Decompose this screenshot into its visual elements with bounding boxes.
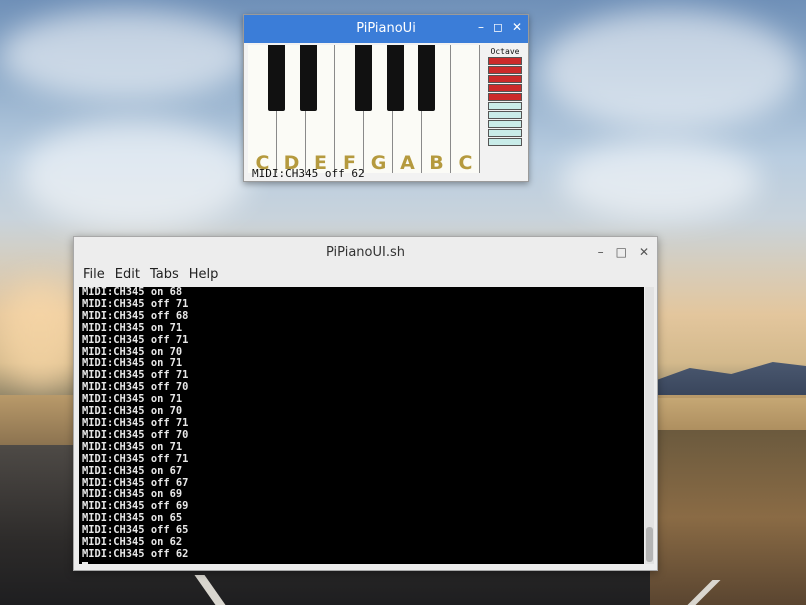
maximize-button[interactable]: ◻	[493, 20, 503, 34]
mountain	[640, 362, 806, 398]
octave-label: Octave	[490, 47, 520, 56]
octave-cell-inactive	[488, 120, 522, 128]
octave-panel: Octave	[484, 45, 526, 173]
octave-cell-active	[488, 75, 522, 83]
cloud	[0, 280, 80, 390]
cloud	[0, 10, 250, 100]
octave-cell-inactive	[488, 138, 522, 146]
note-label: A	[400, 152, 415, 174]
octave-cell-active	[488, 57, 522, 65]
octave-cell-inactive	[488, 102, 522, 110]
menu-tabs[interactable]: Tabs	[150, 267, 179, 287]
terminal-line: MIDI:CH345 off 71	[82, 333, 189, 346]
terminal-line: MIDI:CH345 off 68	[82, 309, 189, 322]
terminal-line: MIDI:CH345 off 62	[82, 547, 189, 560]
close-button[interactable]: ✕	[512, 20, 522, 34]
piano-key-g-sharp[interactable]	[387, 45, 404, 111]
piano-status: MIDI:CH345 off 62	[252, 167, 365, 180]
maximize-button[interactable]: □	[616, 245, 627, 259]
cloud	[20, 120, 250, 230]
octave-cell-inactive	[488, 129, 522, 137]
octave-cell-active	[488, 66, 522, 74]
terminal-window-title: PiPianoUI.sh	[326, 245, 405, 260]
octave-cell-active	[488, 93, 522, 101]
note-label: G	[370, 152, 387, 174]
octave-meter[interactable]	[484, 57, 526, 146]
note-label: B	[429, 152, 444, 174]
minimize-button[interactable]: –	[598, 245, 604, 259]
close-button[interactable]: ✕	[639, 245, 649, 259]
menu-file[interactable]: File	[83, 267, 105, 287]
terminal-line: MIDI:CH345 off 71	[82, 452, 189, 465]
piano-key-d-sharp[interactable]	[300, 45, 317, 111]
cloud	[540, 10, 800, 130]
piano-keyboard: C D E F G A B C	[248, 45, 480, 174]
note-label: C	[458, 152, 473, 174]
piano-key-a-sharp[interactable]	[418, 45, 435, 111]
roadside-brush	[650, 430, 806, 605]
terminal-output[interactable]: MIDI:CH345 on 68 MIDI:CH345 off 71 MIDI:CH…	[79, 287, 644, 564]
octave-cell-inactive	[488, 111, 522, 119]
terminal-line: MIDI:CH345 on 67	[82, 464, 183, 477]
octave-cell-active	[488, 84, 522, 92]
piano-key-c-sharp[interactable]	[268, 45, 285, 111]
scrollbar-thumb[interactable]	[646, 527, 653, 562]
cloud	[560, 140, 760, 220]
terminal-scrollbar[interactable]	[645, 287, 654, 564]
terminal-line: MIDI:CH345 on 71	[82, 321, 183, 334]
minimize-button[interactable]: –	[478, 20, 484, 34]
terminal-cursor	[82, 561, 88, 564]
terminal-line: MIDI:CH345 off 70	[82, 428, 189, 441]
terminal-lines: MIDI:CH345 on 68 MIDI:CH345 off 71 MIDI:CH…	[79, 287, 644, 561]
terminal-window[interactable]: PiPianoUI.sh – □ ✕ File Edit Tabs Help M…	[73, 236, 658, 571]
piano-titlebar[interactable]: PiPianoUi – ◻ ✕	[244, 15, 528, 43]
terminal-titlebar[interactable]: PiPianoUI.sh – □ ✕	[74, 237, 657, 267]
piano-window[interactable]: PiPianoUi – ◻ ✕ C D E F G A B C Octave M…	[243, 14, 529, 182]
menu-help[interactable]: Help	[189, 267, 219, 287]
piano-key-f-sharp[interactable]	[355, 45, 372, 111]
menu-edit[interactable]: Edit	[115, 267, 140, 287]
terminal-line: MIDI:CH345 on 71	[82, 440, 183, 453]
terminal-menubar: File Edit Tabs Help	[74, 267, 657, 287]
